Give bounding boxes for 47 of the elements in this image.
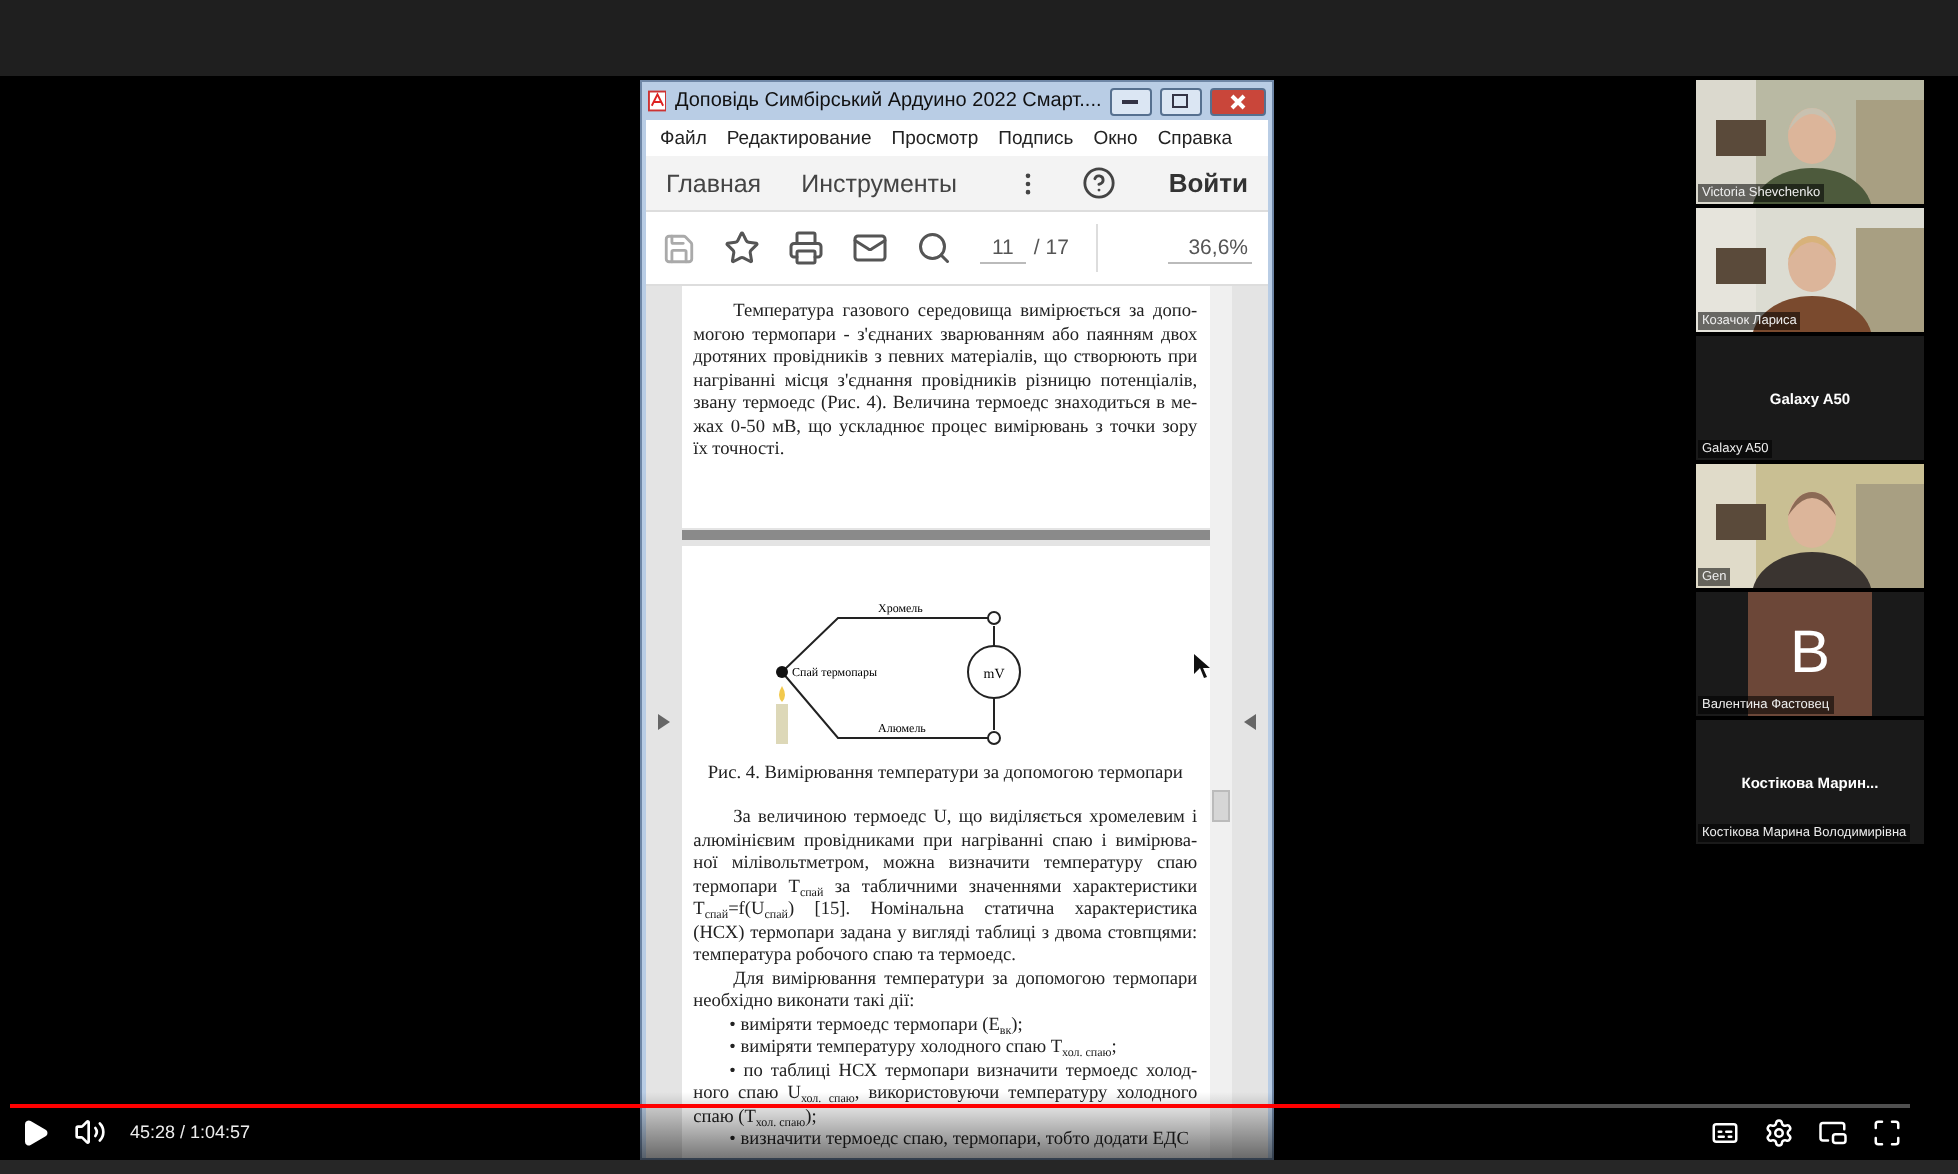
bullet-item: • визначити термоедс спаю, термопари, тобто додати ЕДС — [727, 1130, 1191, 1153]
paragraph: Температура газового середовища вимірюється за допо- могою термопари - з'єднаних зварюванням або паянням двох дротяних провідників з певних матеріалів, що створюють при нагріванні місця з'єднання провідників різницю потенціалів, звану термоедс (Рис. 4). Величина термоедс знаходиться в ме- жах 0-50 мВ, що ускладнює процес вимірювань з точки зору їх точності. — [693, 302, 1198, 463]
figure-caption: Рис. 4. Вимірювання температури за допомогою термопари — [705, 764, 1185, 784]
toolbar-tab[interactable]: Главная — [666, 169, 762, 197]
menu-item[interactable]: Окно — [1093, 127, 1138, 149]
window-title: Доповідь Симбірський Ардуино 2022 Смарт.... — [674, 90, 1102, 112]
toolbar-tab[interactable]: Инструменты — [801, 169, 958, 197]
paragraph: Для вимірювання температури за допомогою термопари необхідно виконати такі дії: — [693, 969, 1198, 1015]
close-icon — [1229, 93, 1246, 109]
minimize-button[interactable] — [1109, 87, 1152, 115]
paragraph: За величиною термоедс U, що виділяється хромелевим і алюмінієвим провідниками при нагріванні спаю і вимірюва- ної мілівольтметром, можна визначити температуру спаю термопари T$_{спай}$ за табличними значеннями характеристики T$_{спай}$=f(U$_{спай}$) [15]. Номінальна статична характеристика (НСХ) термопари задана у вигляді таблиці з двома стовпцями: температура робочого спаю та термоедс. — [693, 808, 1198, 969]
bullet-item: • виміряти термоедс термопари (E$_{вк}$); — [727, 1015, 1025, 1038]
expand-left-icon[interactable] — [657, 714, 670, 730]
play-button[interactable] — [20, 1117, 50, 1147]
scrollbar[interactable] — [1209, 286, 1233, 1158]
expand-right-icon[interactable] — [1244, 714, 1257, 730]
page-number-field[interactable]: 11 — [980, 233, 1026, 263]
zoom-field[interactable]: 36,6% — [1168, 233, 1252, 263]
meter-circle — [966, 645, 1021, 699]
page-count: / 17 — [1033, 236, 1069, 260]
help-icon[interactable] — [1082, 166, 1117, 200]
cursor-icon — [1193, 654, 1210, 678]
fullscreen-button[interactable] — [1872, 1117, 1902, 1147]
pdf-icon — [648, 90, 667, 112]
settings-button[interactable] — [1764, 1117, 1794, 1147]
minimize-icon — [1122, 98, 1139, 104]
captions-button[interactable] — [1710, 1117, 1740, 1147]
mail-icon[interactable] — [852, 230, 888, 266]
menu-item[interactable]: Подпись — [998, 127, 1074, 149]
menu-item[interactable]: Просмотр — [891, 127, 979, 149]
candle-icon — [775, 686, 788, 744]
time-display: 45:28 / 1:04:57 — [130, 1122, 251, 1142]
maximize-button[interactable] — [1159, 87, 1202, 115]
miniplayer-button[interactable] — [1818, 1117, 1848, 1147]
search-icon[interactable] — [916, 230, 952, 266]
volume-button[interactable] — [74, 1116, 106, 1148]
menu-item[interactable]: Файл — [660, 127, 707, 149]
star-icon[interactable] — [724, 230, 760, 266]
maximize-icon — [1172, 94, 1189, 108]
menu-item[interactable]: Справка — [1157, 127, 1233, 149]
close-button[interactable] — [1209, 87, 1266, 115]
printer-icon[interactable] — [788, 230, 824, 266]
bullet-item: • по таблиці НСХ термопари визначити термоедс холод- ного спаю U$_{хол. спаю}$, використовуючи температуру холодного спаю (T$_{хол. спаю}$); — [693, 1061, 1198, 1130]
avatar-initial: B — [1789, 620, 1830, 688]
sign-in-button[interactable]: Войти — [1168, 168, 1248, 198]
menu-item[interactable]: Редактирование — [726, 127, 872, 149]
bullet-item: • виміряти температуру холодного спаю T$_{хол. спаю}$; — [727, 1038, 1119, 1061]
